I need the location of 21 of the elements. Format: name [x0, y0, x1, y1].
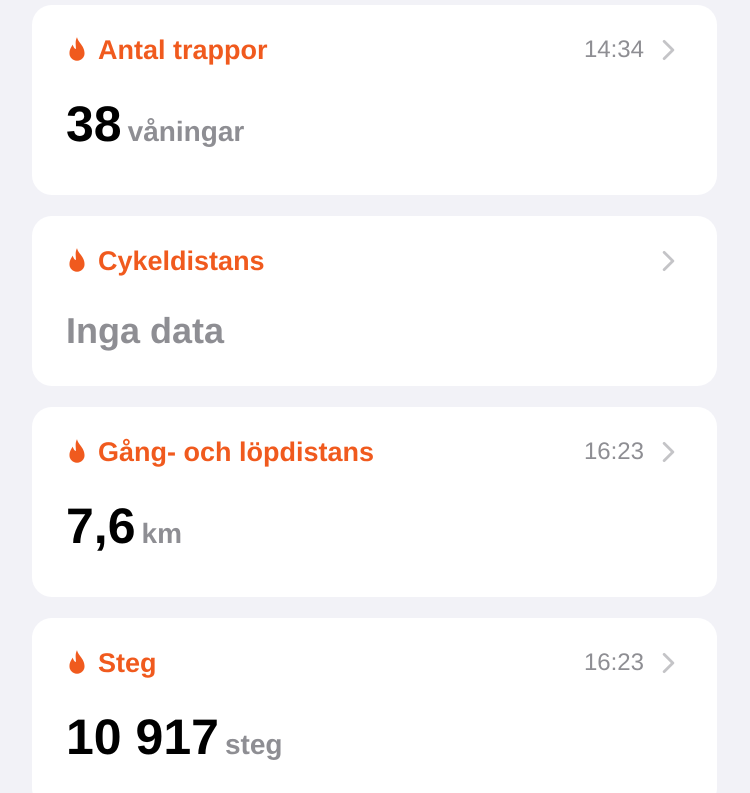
- timestamp: 14:34: [584, 36, 644, 64]
- metric-unit: våningar: [128, 116, 244, 148]
- chevron-icon: [662, 652, 675, 674]
- metric-value: 38: [66, 95, 122, 153]
- metric-unit: km: [142, 518, 182, 550]
- chevron-icon: [662, 441, 675, 463]
- no-data-text: Inga data: [66, 310, 224, 352]
- metric-unit: steg: [224, 729, 283, 761]
- timestamp: 16:23: [584, 649, 644, 677]
- card-title: Cykeldistans: [98, 246, 266, 276]
- card-background[interactable]: Antal trappor 14:34 38 våningar: [32, 5, 717, 195]
- chevron-icon: [662, 39, 675, 61]
- card-background[interactable]: Gång- och löpdistans 16:23 7,6 km: [32, 407, 717, 597]
- card-background[interactable]: Steg 16:23 10 917 steg: [32, 618, 717, 793]
- timestamp: 16:23: [584, 438, 644, 466]
- metric-value: 10 917: [66, 708, 219, 766]
- chevron-icon: [662, 250, 675, 272]
- card-title: Gång- och löpdistans: [98, 436, 376, 468]
- card-title: Steg: [98, 648, 158, 678]
- metric-value: 7,6: [66, 497, 136, 555]
- card-title: Antal trappor: [98, 34, 269, 66]
